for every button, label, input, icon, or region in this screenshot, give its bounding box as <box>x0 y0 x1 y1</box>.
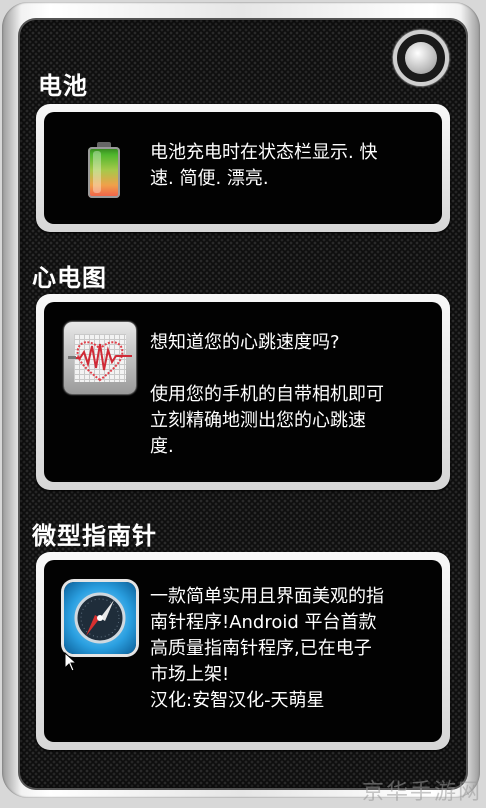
card-compass-text: 一款简单实用且界面美观的指 南针程序!Android 平台首款 高质量指南针程序… <box>150 586 384 711</box>
card-heart-monitor-text: 想知道您的心跳速度吗? 使用您的手机的自带相机即可 立刻精确地测出您的心跳速 度… <box>150 332 384 457</box>
card-battery[interactable]: 电池充电时在状态栏显示. 快 速. 简便. 漂亮. <box>36 104 450 232</box>
section-title-heart-monitor: 心电图 <box>32 264 107 292</box>
card-battery-text: 电池充电时在状态栏显示. 快 速. 简便. 漂亮. <box>150 142 378 189</box>
section-title-compass: 微型指南针 <box>32 522 157 550</box>
card-compass-inner: 一款简单实用且界面美观的指 南针程序!Android 平台首款 高质量指南针程序… <box>44 560 442 742</box>
section-title-battery: 电池 <box>38 72 88 100</box>
heart-monitor-icon <box>64 322 136 394</box>
battery-icon <box>88 142 120 198</box>
card-compass[interactable]: 一款简单实用且界面美观的指 南针程序!Android 平台首款 高质量指南针程序… <box>36 552 450 750</box>
card-heart-monitor[interactable]: 想知道您的心跳速度吗? 使用您的手机的自带相机即可 立刻精确地测出您的心跳速 度… <box>36 294 450 490</box>
watermark: 京华手游网 <box>361 780 482 805</box>
compass-icon <box>64 582 136 654</box>
mouse-pointer-icon <box>64 652 78 672</box>
card-heart-monitor-inner: 想知道您的心跳速度吗? 使用您的手机的自带相机即可 立刻精确地测出您的心跳速 度… <box>44 302 442 482</box>
card-battery-inner: 电池充电时在状态栏显示. 快 速. 简便. 漂亮. <box>44 112 442 224</box>
power-button[interactable] <box>393 30 449 86</box>
